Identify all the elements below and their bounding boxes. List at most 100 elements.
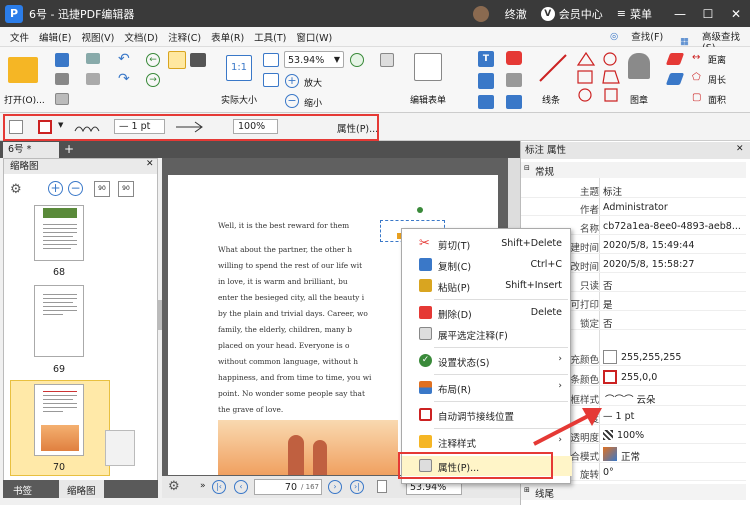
note-icon[interactable] (506, 51, 522, 65)
menu-file[interactable]: 文件 (10, 30, 29, 44)
menu-item-cut[interactable]: ✂ 剪切(T) Shift+Delete (402, 234, 572, 254)
distance-icon[interactable]: ↔ (692, 53, 704, 63)
fit-page-icon[interactable] (263, 53, 279, 67)
sound-icon[interactable] (506, 95, 522, 109)
insert-page-icon[interactable] (380, 53, 394, 67)
rotate-handle[interactable] (417, 207, 423, 213)
menu-item-delete[interactable]: 删除(D) Delete (402, 303, 572, 323)
prev-page-icon[interactable]: ‹ (234, 480, 248, 494)
prop-row-author[interactable]: 作者 Administrator (521, 198, 746, 216)
zoom-combo[interactable]: 53.94% ▼ (284, 51, 344, 68)
thumbnail-image (43, 208, 77, 218)
panel-close-icon[interactable]: ✕ (146, 159, 154, 169)
redo-icon[interactable]: ↷ (118, 72, 132, 86)
edit-form-icon[interactable] (414, 53, 442, 81)
actual-size-icon[interactable]: 1:1 (226, 55, 252, 81)
menu-window[interactable]: 窗口(W) (296, 30, 332, 44)
attach-icon[interactable] (506, 73, 522, 87)
rotate-icon[interactable] (350, 53, 364, 67)
thumb-zoom-out-icon[interactable]: − (68, 181, 83, 196)
rotate-left-icon[interactable]: 90 (94, 181, 110, 197)
nav-gear-icon[interactable]: ⚙ (168, 479, 180, 494)
stamp-label[interactable]: 图章 (630, 93, 648, 106)
menu-button[interactable]: ≡ 菜单 (617, 6, 652, 22)
prop-row-subject[interactable]: 主题 标注 (521, 180, 746, 198)
fit-width-icon[interactable] (263, 73, 279, 87)
back-icon[interactable]: ← (146, 53, 160, 67)
zoom-in-icon[interactable]: + (285, 74, 299, 88)
rotate-right-icon[interactable]: 90 (118, 181, 134, 197)
undo-icon[interactable]: ↶ (118, 52, 132, 66)
edit-form-label[interactable]: 编辑表单 (410, 93, 446, 106)
thumbnail-page-68[interactable] (34, 205, 84, 261)
menu-view[interactable]: 视图(V) (81, 30, 114, 44)
collapse-icon: ⊟ (524, 164, 530, 172)
zoom-out-label[interactable]: 缩小 (304, 96, 322, 109)
actual-size-label[interactable]: 实际大小 (221, 93, 257, 106)
minimize-icon[interactable]: — (666, 7, 694, 21)
stamp-icon[interactable] (628, 53, 650, 79)
avatar[interactable] (472, 5, 489, 22)
open-folder-icon[interactable] (8, 57, 38, 83)
tab-thumbnails[interactable]: 缩略图 (59, 480, 104, 498)
first-page-icon[interactable]: |‹ (212, 480, 226, 494)
menu-item-set-status[interactable]: ✓ 设置状态(S) › (402, 351, 572, 371)
distance-label[interactable]: 距离 (708, 53, 726, 66)
properties-close-icon[interactable]: ✕ (736, 144, 744, 154)
page-view-icon[interactable] (377, 480, 387, 493)
shape-tools-icon[interactable] (575, 51, 625, 107)
callout-icon[interactable] (478, 95, 494, 109)
member-center-button[interactable]: V 会员中心 (540, 6, 603, 22)
next-page-icon[interactable]: › (328, 480, 342, 494)
new-tab-icon[interactable]: + (62, 142, 76, 157)
close-icon[interactable]: ✕ (722, 7, 750, 21)
page-number-field[interactable]: 70 / 167 (254, 479, 322, 495)
section-line-end[interactable]: ⊞ 线尾 (521, 484, 746, 500)
last-page-icon[interactable]: ›| (350, 480, 364, 494)
section-general[interactable]: ⊟ 常规 (521, 162, 746, 178)
eraser-icon[interactable] (665, 53, 685, 65)
open-label[interactable]: 打开(O)... (4, 93, 45, 106)
thumbnail-page-69[interactable] (34, 285, 84, 357)
line-tool-icon[interactable] (538, 53, 568, 83)
maximize-icon[interactable]: ☐ (694, 7, 722, 21)
email-icon[interactable] (86, 53, 100, 64)
nav-chevron-icon[interactable]: » (200, 481, 206, 491)
doc-line: point. No wonder some people say that (218, 389, 365, 398)
hand-tool-icon[interactable] (168, 51, 186, 69)
thumb-zoom-in-icon[interactable]: + (48, 181, 63, 196)
tab-document[interactable]: 6号 * (3, 142, 59, 158)
thumbnail-page-70[interactable] (34, 384, 84, 456)
menu-form[interactable]: 表单(R) (211, 30, 244, 44)
page-number: 70 (284, 482, 297, 493)
text-box-icon[interactable] (478, 73, 494, 89)
gear-icon[interactable]: ⚙ (10, 182, 22, 197)
zoom-out-icon[interactable]: − (285, 94, 299, 108)
perimeter-label[interactable]: 周长 (708, 73, 726, 86)
menu-item-copy[interactable]: 复制(C) Ctrl+C (402, 255, 572, 275)
pencil-icon[interactable] (665, 73, 685, 85)
tab-bookmarks[interactable]: 书签 (13, 483, 32, 497)
menu-item-paste[interactable]: 粘贴(P) Shift+Insert (402, 276, 572, 296)
page-icon[interactable] (55, 93, 69, 105)
menu-edit[interactable]: 编辑(E) (39, 30, 71, 44)
doc-image-sunset (218, 420, 398, 475)
zoom-in-label[interactable]: 放大 (304, 76, 322, 89)
find-button[interactable]: ◎ 查找(F) (600, 29, 663, 44)
area-label[interactable]: 面积 (708, 93, 726, 106)
perimeter-icon[interactable]: ⬠ (692, 73, 704, 83)
forward-icon[interactable]: → (146, 73, 160, 87)
menu-item-layout[interactable]: 布局(R) › (402, 378, 572, 398)
username[interactable]: 终澈 (505, 6, 527, 22)
menu-comment[interactable]: 注释(C) (168, 30, 201, 44)
scan-icon[interactable] (86, 73, 100, 85)
menu-tools[interactable]: 工具(T) (254, 30, 286, 44)
area-icon[interactable]: ▢ (692, 93, 704, 103)
print-icon[interactable] (55, 73, 69, 85)
camera-icon[interactable] (190, 53, 206, 67)
text-tool-icon[interactable]: T (478, 51, 494, 67)
line-label[interactable]: 线条 (542, 93, 560, 106)
menu-document[interactable]: 文档(D) (124, 30, 158, 44)
save-icon[interactable] (55, 53, 69, 67)
menu-item-flatten[interactable]: 展平选定注释(F) (402, 324, 572, 344)
